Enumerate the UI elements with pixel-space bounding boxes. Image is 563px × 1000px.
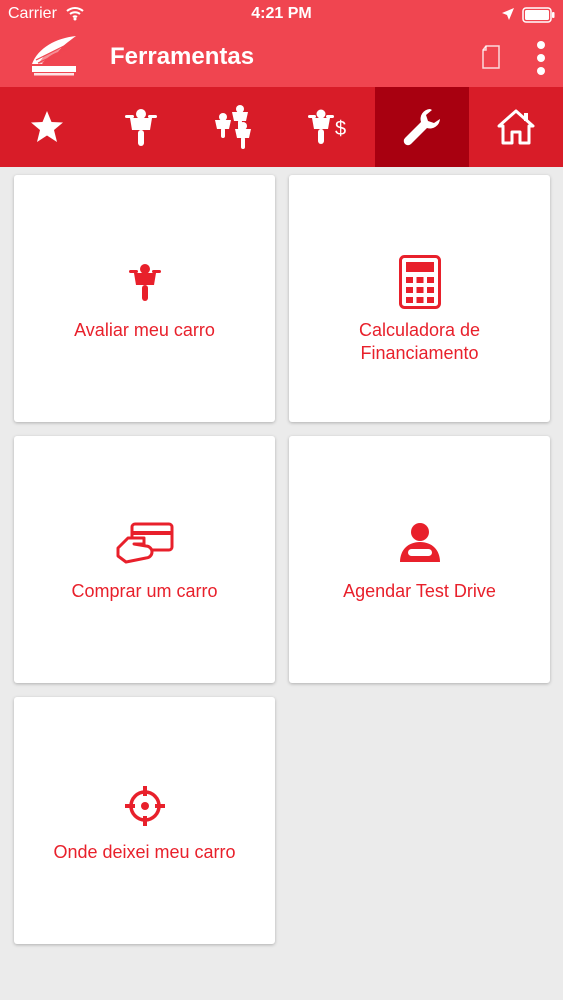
- wrench-icon: [403, 109, 441, 146]
- home-icon: [497, 109, 535, 145]
- card-schedule-test-drive[interactable]: Agendar Test Drive: [289, 436, 550, 683]
- tab-tools[interactable]: [375, 87, 470, 167]
- brand-wing-logo-icon: [32, 36, 76, 76]
- card-financing-calculator[interactable]: Calculadora de Financiamento: [289, 175, 550, 422]
- star-icon: [30, 111, 63, 142]
- clock: 4:21 PM: [251, 5, 312, 22]
- status-bar: Carrier 4:21 PM: [0, 0, 563, 30]
- card-label: Avaliar meu carro: [74, 320, 215, 340]
- card-label: Comprar um carro: [71, 581, 218, 601]
- target-icon: [124, 786, 165, 826]
- page-title: Ferramentas: [110, 43, 255, 70]
- card-evaluate-car[interactable]: Avaliar meu carro: [14, 175, 275, 422]
- app-bar: Ferramentas: [0, 30, 563, 87]
- tab-bar: $: [0, 87, 563, 167]
- tab-favorites[interactable]: [0, 87, 94, 167]
- card-find-parked-car[interactable]: Onde deixei meu carro: [14, 697, 275, 944]
- svg-text:$: $: [335, 118, 346, 140]
- card-label-line2: Financiamento: [360, 343, 479, 363]
- payment-card-icon: [116, 522, 173, 564]
- motorcycle-icon: [124, 109, 157, 146]
- card-label-line1: Calculadora de: [358, 320, 481, 340]
- location-arrow-icon: [502, 8, 514, 20]
- card-label: Agendar Test Drive: [343, 581, 496, 601]
- tab-home[interactable]: [469, 87, 563, 167]
- more-options-icon[interactable]: [532, 40, 550, 76]
- tab-motorcycle-prices[interactable]: $: [281, 87, 375, 167]
- motorcycle-icon: [128, 264, 161, 301]
- tab-multiple-motorcycles[interactable]: [188, 87, 282, 167]
- battery-icon: [522, 7, 555, 23]
- document-icon[interactable]: [481, 45, 501, 69]
- card-buy-car[interactable]: Comprar um carro: [14, 436, 275, 683]
- motorcycle-price-icon: $: [308, 109, 347, 144]
- card-label: Onde deixei meu carro: [53, 842, 236, 862]
- driver-icon: [399, 523, 440, 562]
- calculator-icon: [398, 255, 441, 309]
- multiple-motorcycles-icon: [214, 105, 251, 149]
- tab-motorcycles[interactable]: [94, 87, 188, 167]
